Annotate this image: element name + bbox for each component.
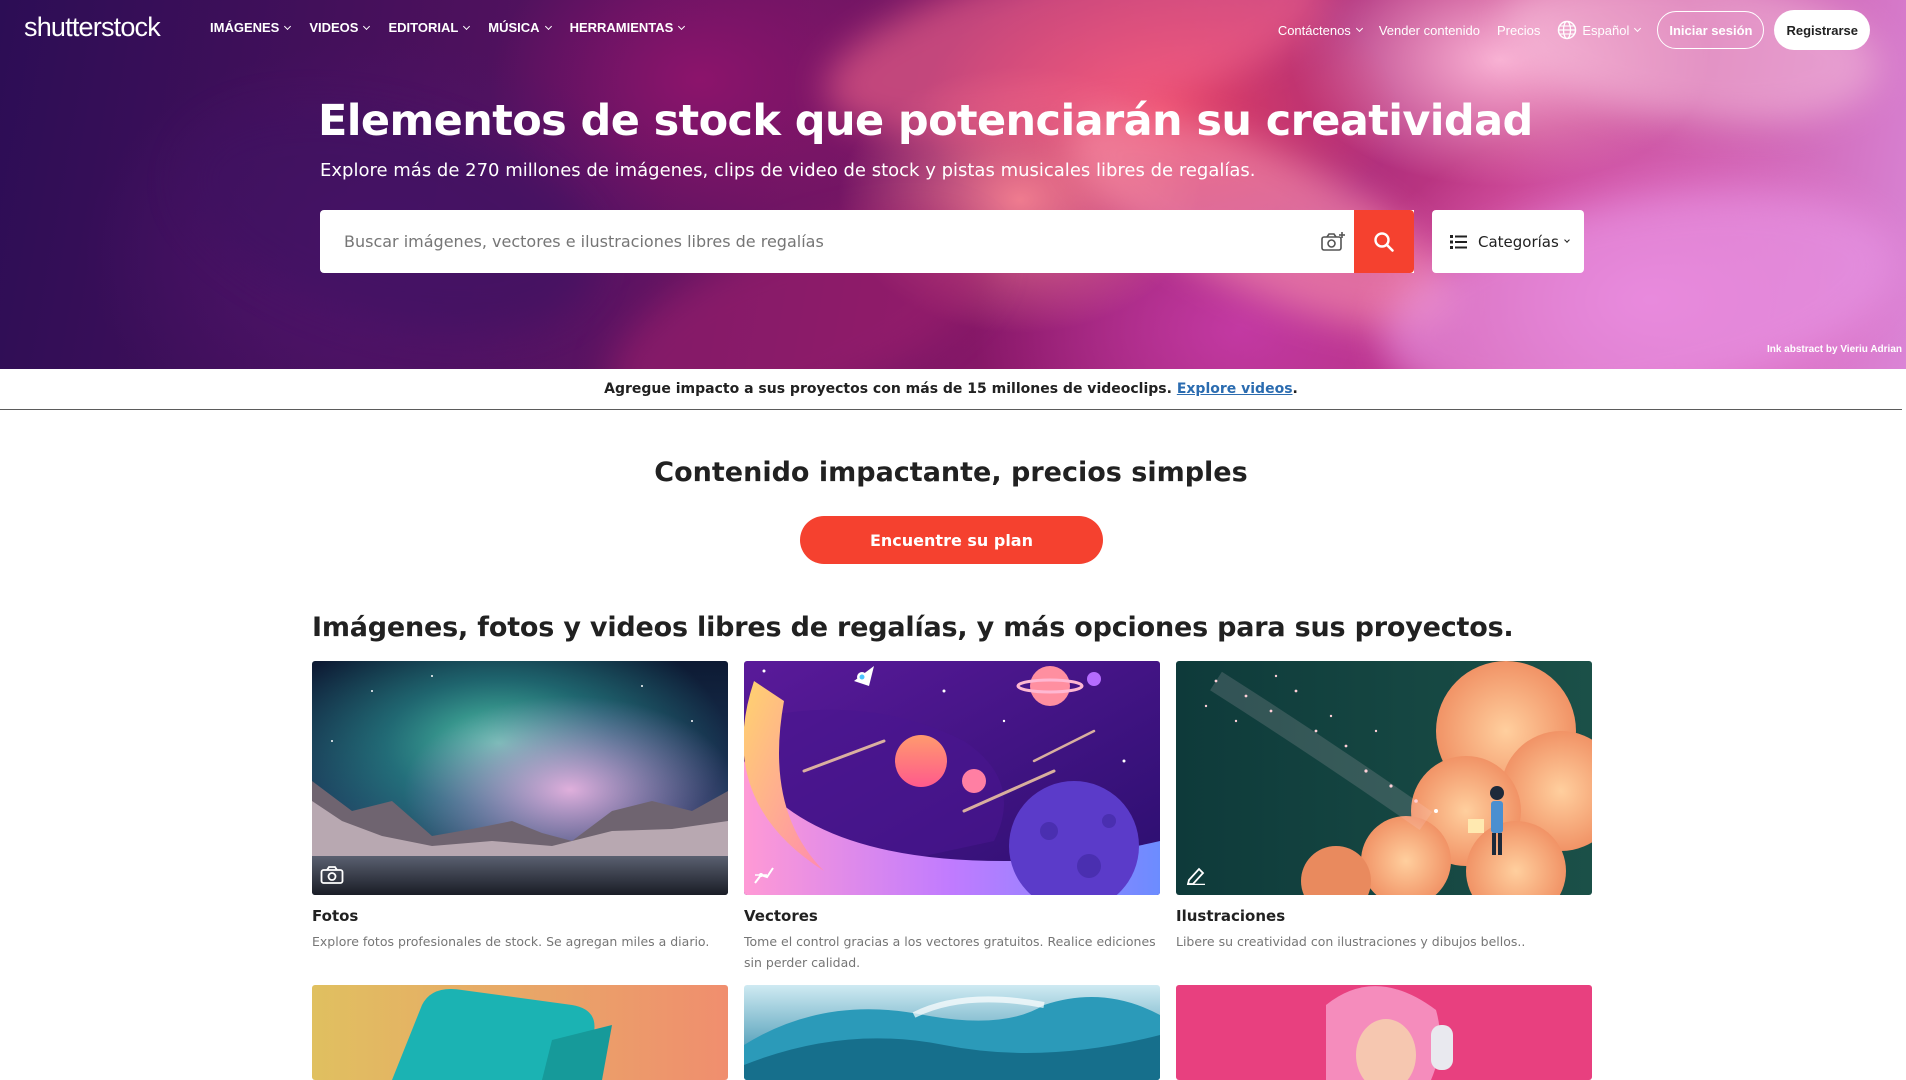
nav-editorial[interactable]: EDITORIAL — [388, 20, 471, 35]
globe-icon — [1558, 20, 1577, 40]
category-card-photos[interactable]: Fotos Explore fotos profesionales de sto… — [312, 661, 728, 952]
contact-link[interactable]: Contáctenos — [1278, 23, 1363, 38]
hero-title: Elementos de stock que potenciarán su cr… — [318, 96, 1533, 146]
pricing-link[interactable]: Precios — [1497, 23, 1540, 38]
chevron-down-icon — [284, 22, 292, 30]
language-selector[interactable]: Español — [1557, 20, 1642, 40]
image-search-camera-icon[interactable] — [1320, 230, 1346, 254]
nav-music[interactable]: MÚSICA — [488, 20, 552, 35]
chevron-down-icon — [1563, 237, 1570, 243]
card-description: Tome el control gracias a los vectores g… — [744, 934, 1156, 970]
search-button[interactable] — [1354, 210, 1414, 273]
hero-subtitle: Explore más de 270 millones de imágenes,… — [320, 160, 1256, 181]
hero-banner: shutterstock IMÁGENES VIDEOS EDITORIAL M… — [0, 0, 1906, 369]
account-nav: Contáctenos Vender contenido Precios Esp… — [1261, 10, 1870, 50]
nav-tools[interactable]: HERRAMIENTAS — [570, 20, 686, 35]
category-card-vectors[interactable]: Vectores Tome el control gracias a los v… — [744, 661, 1160, 973]
category-card-row2-1[interactable] — [312, 985, 728, 1080]
nav-images[interactable]: IMÁGENES — [210, 20, 292, 35]
top-header: shutterstock IMÁGENES VIDEOS EDITORIAL M… — [0, 0, 1906, 56]
list-icon — [1450, 234, 1467, 249]
category-card-row2-2[interactable] — [744, 985, 1160, 1080]
chevron-down-icon — [1355, 24, 1363, 33]
explore-videos-link[interactable]: Explore videos — [1177, 381, 1293, 397]
category-card-row2-3[interactable] — [1176, 985, 1592, 1080]
categories-dropdown[interactable]: Categorías — [1432, 210, 1584, 273]
camera-icon — [320, 866, 344, 884]
search-input[interactable] — [320, 210, 1280, 273]
catalog-title: Imágenes, fotos y videos libres de regal… — [312, 612, 1514, 643]
find-plan-button[interactable]: Encuentre su plan — [800, 516, 1103, 564]
card-label: Fotos — [312, 907, 359, 925]
chevron-down-icon — [1634, 24, 1642, 33]
search-bar — [320, 210, 1414, 273]
sell-content-link[interactable]: Vender contenido — [1379, 23, 1480, 38]
chevron-down-icon — [678, 22, 686, 30]
category-card-illustrations[interactable]: Ilustraciones Libere su creatividad con … — [1176, 661, 1592, 952]
search-icon — [1374, 231, 1394, 252]
vectors-thumbnail — [744, 661, 1160, 895]
music-thumbnail — [1176, 985, 1592, 1080]
vector-pen-icon — [754, 867, 774, 884]
promo-bar: Agregue impacto a sus proyectos con más … — [0, 369, 1902, 410]
pencil-icon — [1186, 867, 1205, 885]
video-thumbnail — [312, 985, 728, 1080]
chevron-down-icon — [363, 22, 371, 30]
card-label: Vectores — [744, 907, 818, 925]
wave-thumbnail — [744, 985, 1160, 1080]
image-credit: Ink abstract by Vieriu Adrian — [1766, 344, 1902, 355]
main-nav: IMÁGENES VIDEOS EDITORIAL MÚSICA HERRAMI… — [210, 20, 703, 35]
nav-videos[interactable]: VIDEOS — [309, 20, 371, 35]
illustrations-thumbnail — [1176, 661, 1592, 895]
plan-title: Contenido impactante, precios simples — [654, 457, 1248, 488]
chevron-down-icon — [544, 22, 552, 30]
card-description: Explore fotos profesionales de stock. Se… — [312, 934, 710, 949]
register-button[interactable]: Registrarse — [1774, 10, 1870, 50]
shutterstock-logo[interactable]: shutterstock — [24, 12, 161, 43]
card-label: Ilustraciones — [1176, 907, 1286, 925]
chevron-down-icon — [463, 22, 471, 30]
login-button[interactable]: Iniciar sesión — [1657, 11, 1765, 49]
photos-thumbnail — [312, 661, 728, 895]
card-description: Libere su creatividad con ilustraciones … — [1176, 934, 1526, 949]
